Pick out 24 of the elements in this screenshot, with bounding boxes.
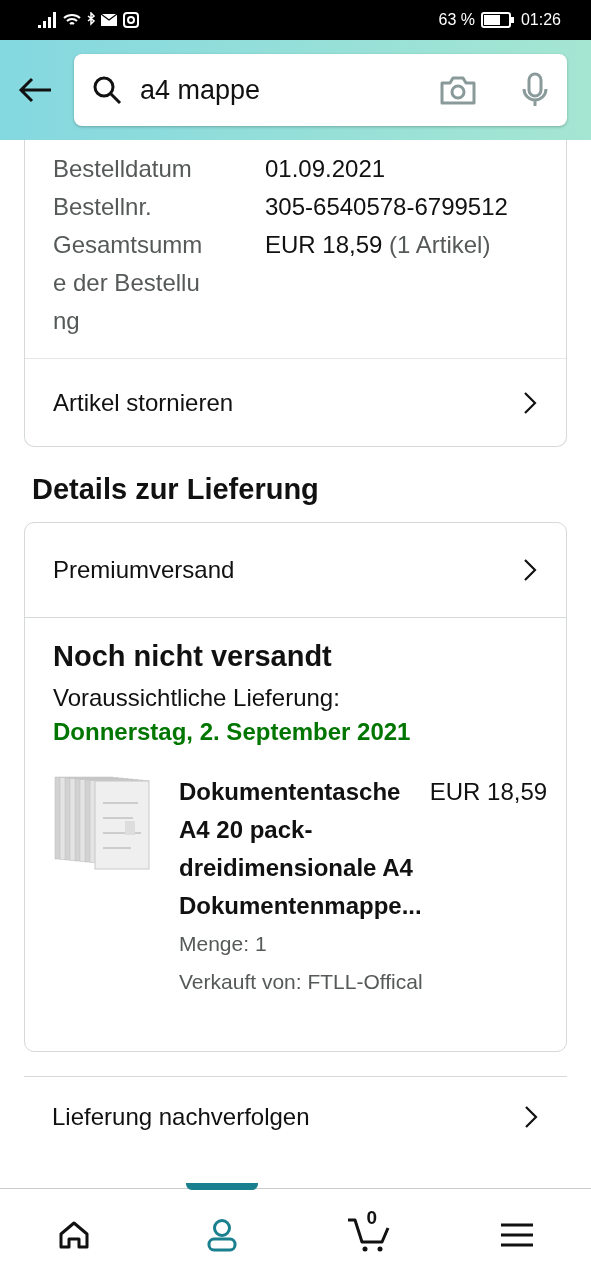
field-label: Bestellnr. (53, 192, 153, 222)
seller: Verkauft von: FTLL-Offical (179, 969, 424, 995)
product-title[interactable]: Dokumententasche A4 20 pack-dreidimensionale A4 Dokumentenmappe... (179, 773, 422, 925)
track-delivery-link[interactable]: Lieferung nachverfolgen (24, 1076, 567, 1131)
item-count: (1 Artikel) (389, 231, 491, 258)
product-price: EUR 18,59 (429, 777, 548, 807)
cancel-items-link[interactable]: Artikel stornieren (25, 358, 566, 446)
shipment-status: Noch nicht versandt (53, 640, 333, 673)
battery-percent: 63 % (438, 11, 475, 29)
delivery-date: Donnerstag, 2. September 2021 (53, 717, 412, 747)
field-value: 305-6540578-6799512 (265, 193, 508, 220)
field-value: 01.09.2021 (265, 155, 386, 182)
field-label: Gesamtsumme der Bestellung (53, 230, 204, 336)
search-field[interactable]: a4 mappe (138, 73, 423, 107)
section-heading: Details zur Lieferung (32, 473, 320, 506)
search-bar[interactable]: a4 mappe (74, 54, 567, 126)
field-value: EUR 18,59 (265, 231, 383, 258)
shipping-method-link[interactable]: Premiumversand (25, 523, 566, 617)
cart-count: 0 (366, 1206, 377, 1229)
expected-delivery-label: Voraussichtliche Lieferung: (53, 683, 341, 713)
quantity: Menge: 1 (179, 931, 268, 957)
cart-tab[interactable]: 0 (329, 1194, 410, 1275)
field-label: Bestelldatum (53, 154, 193, 184)
clock: 01:26 (520, 11, 561, 29)
